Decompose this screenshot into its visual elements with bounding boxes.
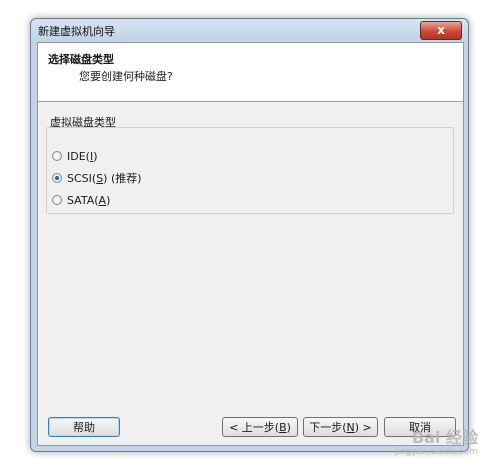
page-subtitle: 您要创建何种磁盘?: [79, 70, 173, 83]
radio-scsi-button[interactable]: [52, 173, 62, 183]
close-button[interactable]: x: [420, 21, 462, 40]
dialog-client: 选择磁盘类型 您要创建何种磁盘? 虚拟磁盘类型 IDE(I) SCSI(S) (…: [37, 42, 464, 446]
wizard-header: 选择磁盘类型 您要创建何种磁盘?: [38, 43, 463, 102]
close-icon: x: [437, 23, 445, 37]
radio-scsi[interactable]: SCSI(S) (推荐): [52, 170, 142, 186]
back-button[interactable]: < 上一步(B): [222, 417, 298, 437]
help-button[interactable]: 帮助: [48, 417, 120, 437]
watermark-sub: jingyan.baidu.com: [394, 447, 478, 457]
next-button[interactable]: 下一步(N) >: [303, 417, 378, 437]
window-title: 新建虚拟机向导: [38, 25, 115, 38]
watermark: Bai 经验 jingyan.baidu.com: [394, 430, 478, 459]
radio-ide[interactable]: IDE(I): [52, 148, 98, 164]
radio-sata-label: SATA(A): [67, 193, 111, 207]
wizard-window: 新建虚拟机向导 x 选择磁盘类型 您要创建何种磁盘? 虚拟磁盘类型 IDE(I)…: [30, 18, 469, 452]
radio-ide-label: IDE(I): [67, 149, 98, 163]
radio-sata-button[interactable]: [52, 195, 62, 205]
radio-sata[interactable]: SATA(A): [52, 192, 110, 208]
radio-ide-button[interactable]: [52, 151, 62, 161]
page-title: 选择磁盘类型: [48, 53, 114, 66]
radio-scsi-label: SCSI(S) (推荐): [67, 172, 142, 185]
title-bar[interactable]: 新建虚拟机向导 x: [31, 19, 468, 41]
